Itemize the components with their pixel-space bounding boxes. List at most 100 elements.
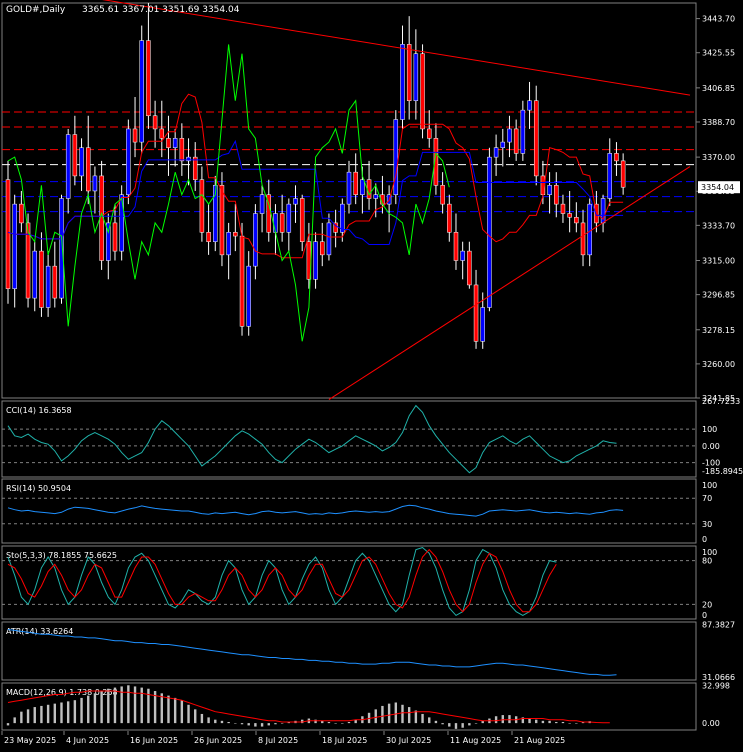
bear-candle[interactable] (152, 115, 158, 130)
bear-candle[interactable] (533, 100, 539, 177)
indicator-axis-label: -185.8945 (702, 467, 743, 476)
bull-candle[interactable] (32, 250, 37, 299)
bear-candle[interactable] (85, 147, 91, 192)
bull-candle[interactable] (65, 134, 71, 199)
bull-candle[interactable] (139, 40, 144, 143)
bear-candle[interactable] (366, 179, 372, 199)
bull-candle[interactable] (480, 307, 485, 342)
price-panel[interactable]: 3443.703425.553406.853388.703370.003351.… (1, 0, 740, 403)
macd-histogram-bar (127, 685, 130, 724)
bull-candle[interactable] (286, 203, 292, 233)
bull-candle[interactable] (92, 175, 98, 192)
bull-candle[interactable] (520, 109, 526, 154)
bear-candle[interactable] (420, 53, 425, 130)
bull-candle[interactable] (460, 250, 465, 261)
bull-candle[interactable] (547, 185, 552, 195)
bull-candle[interactable] (607, 153, 613, 199)
rsi-panel[interactable]: RSI(14) 50.9504 100 70 30 0 (1, 478, 717, 544)
bull-candle[interactable] (126, 128, 131, 195)
bear-candle[interactable] (426, 128, 432, 139)
bull-candle[interactable] (273, 213, 278, 233)
bear-candle[interactable] (233, 232, 238, 237)
bear-candle[interactable] (192, 156, 198, 180)
bull-candle[interactable] (507, 128, 512, 143)
bull-candle[interactable] (393, 119, 399, 195)
bull-candle[interactable] (527, 100, 532, 111)
macd-histogram-bar (454, 723, 458, 729)
bull-candle[interactable] (360, 179, 365, 195)
bear-candle[interactable] (219, 185, 225, 256)
stochastic-label: Sto(5,3,3) 78.1855 75.6625 (6, 551, 117, 560)
macd-histogram-bar (234, 723, 237, 724)
bull-candle[interactable] (253, 213, 258, 267)
bull-candle[interactable] (172, 138, 178, 148)
x-axis-label: 8 Jul 2025 (258, 736, 298, 745)
bull-candle[interactable] (487, 156, 492, 308)
bull-candle[interactable] (493, 147, 499, 158)
bull-candle[interactable] (259, 194, 265, 214)
bear-candle[interactable] (560, 203, 566, 214)
bear-candle[interactable] (166, 138, 171, 148)
macd-histogram-bar (461, 723, 464, 728)
stochastic-panel[interactable]: Sto(5,3,3) 78.1855 75.6625 10080200 (1, 545, 717, 620)
bear-candle[interactable] (453, 232, 459, 261)
bear-candle[interactable] (199, 179, 205, 233)
bear-candle[interactable] (52, 265, 58, 299)
bear-candle[interactable] (299, 198, 305, 242)
bear-candle[interactable] (447, 203, 452, 233)
bull-candle[interactable] (246, 265, 251, 327)
bear-candle[interactable] (580, 222, 586, 256)
chart-canvas[interactable]: 3443.703425.553406.853388.703370.003351.… (0, 0, 743, 748)
bear-candle[interactable] (146, 40, 151, 117)
bull-candle[interactable] (79, 147, 84, 177)
bear-candle[interactable] (614, 153, 619, 162)
bull-candle[interactable] (45, 265, 51, 308)
bear-candle[interactable] (112, 222, 118, 252)
bear-candle[interactable] (620, 160, 626, 188)
bear-candle[interactable] (159, 128, 165, 139)
bear-candle[interactable] (72, 134, 78, 177)
bear-candle[interactable] (5, 179, 11, 289)
chart-window[interactable]: 3443.703425.553406.853388.703370.003351.… (0, 0, 743, 748)
bear-candle[interactable] (473, 284, 479, 342)
bull-candle[interactable] (313, 241, 318, 280)
bull-candle[interactable] (119, 194, 124, 252)
bear-candle[interactable] (320, 241, 325, 256)
bull-candle[interactable] (587, 203, 592, 256)
cci-label: CCI(14) 16.3658 (6, 406, 72, 415)
bull-candle[interactable] (12, 203, 17, 289)
bear-candle[interactable] (239, 235, 245, 327)
bear-candle[interactable] (39, 250, 44, 308)
bull-candle[interactable] (293, 198, 298, 205)
macd-histogram-bar (60, 702, 63, 724)
bear-candle[interactable] (132, 128, 138, 143)
bull-candle[interactable] (413, 53, 419, 101)
bull-candle[interactable] (340, 203, 345, 233)
bear-candle[interactable] (554, 185, 559, 205)
bull-candle[interactable] (500, 141, 506, 148)
bear-candle[interactable] (574, 217, 579, 224)
bear-candle[interactable] (179, 138, 185, 162)
bear-candle[interactable] (206, 232, 211, 242)
bull-candle[interactable] (400, 44, 405, 120)
macd-panel[interactable]: MACD(12,26,9) 1.738 0.25832.9980.00 (1, 681, 730, 731)
bull-candle[interactable] (373, 194, 378, 199)
macd-histogram-bar (13, 717, 16, 724)
atr-panel[interactable]: ATR(14) 33.626487.382731.0666 (1, 620, 735, 682)
macd-histogram-bar (160, 693, 163, 724)
bull-candle[interactable] (226, 232, 231, 256)
bear-candle[interactable] (467, 250, 472, 286)
macd-histogram-bar (40, 705, 43, 724)
bear-candle[interactable] (513, 128, 519, 154)
bear-candle[interactable] (19, 203, 24, 224)
bear-candle[interactable] (440, 185, 445, 205)
bear-candle[interactable] (279, 213, 285, 233)
bull-candle[interactable] (346, 171, 352, 205)
macd-histogram-bar (434, 720, 438, 724)
bear-candle[interactable] (567, 213, 572, 218)
cci-panel[interactable]: CCI(14) 16.3658267.72331000.00-100-185.8… (1, 397, 743, 478)
macd-histogram-bar (167, 695, 170, 724)
bull-candle[interactable] (326, 222, 332, 256)
bear-candle[interactable] (406, 44, 412, 101)
bear-candle[interactable] (353, 171, 358, 195)
